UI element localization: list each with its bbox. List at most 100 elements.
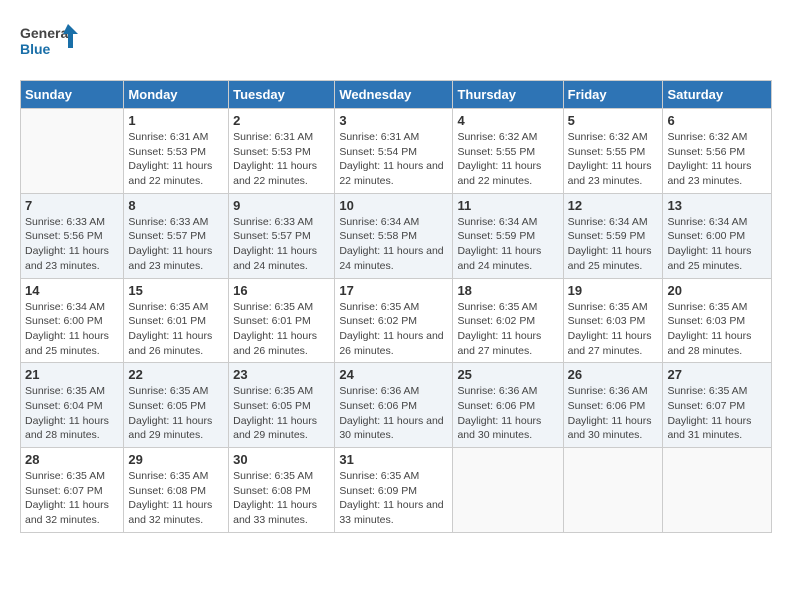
day-info: Sunrise: 6:35 AMSunset: 6:01 PMDaylight:… bbox=[128, 300, 224, 359]
day-number: 11 bbox=[457, 198, 558, 213]
day-info: Sunrise: 6:35 AMSunset: 6:04 PMDaylight:… bbox=[25, 384, 119, 443]
day-number: 5 bbox=[568, 113, 659, 128]
day-number: 3 bbox=[339, 113, 448, 128]
day-number: 29 bbox=[128, 452, 224, 467]
day-info: Sunrise: 6:35 AMSunset: 6:03 PMDaylight:… bbox=[568, 300, 659, 359]
calendar-cell: 23Sunrise: 6:35 AMSunset: 6:05 PMDayligh… bbox=[229, 363, 335, 448]
day-number: 10 bbox=[339, 198, 448, 213]
calendar-table: SundayMondayTuesdayWednesdayThursdayFrid… bbox=[20, 80, 772, 533]
day-number: 28 bbox=[25, 452, 119, 467]
calendar-cell: 5 Sunrise: 6:32 AMSunset: 5:55 PMDaylight… bbox=[563, 109, 663, 194]
calendar-cell: 11Sunrise: 6:34 AMSunset: 5:59 PMDayligh… bbox=[453, 193, 563, 278]
calendar-cell: 16 Sunrise: 6:35 AMSunset: 6:01 PMDayligh… bbox=[229, 278, 335, 363]
day-number: 19 bbox=[568, 283, 659, 298]
calendar-cell: 18 Sunrise: 6:35 AMSunset: 6:02 PMDayligh… bbox=[453, 278, 563, 363]
calendar-cell bbox=[21, 109, 124, 194]
day-info: Sunrise: 6:33 AMSunset: 5:56 PMDaylight:… bbox=[25, 215, 119, 274]
day-number: 9 bbox=[233, 198, 330, 213]
header-day-tuesday: Tuesday bbox=[229, 81, 335, 109]
week-row-1: 1 Sunrise: 6:31 AMSunset: 5:53 PMDaylight… bbox=[21, 109, 772, 194]
day-info: Sunrise: 6:35 AMSunset: 6:09 PMDaylight:… bbox=[339, 469, 448, 528]
day-info: Sunrise: 6:34 AMSunset: 6:00 PMDaylight:… bbox=[25, 300, 119, 359]
day-info: Sunrise: 6:35 AMSunset: 6:05 PMDaylight:… bbox=[128, 384, 224, 443]
header-day-thursday: Thursday bbox=[453, 81, 563, 109]
logo: GeneralBlue bbox=[20, 20, 80, 64]
calendar-cell: 2 Sunrise: 6:31 AMSunset: 5:53 PMDaylight… bbox=[229, 109, 335, 194]
day-number: 20 bbox=[667, 283, 767, 298]
header-day-saturday: Saturday bbox=[663, 81, 772, 109]
calendar-cell: 27 Sunrise: 6:35 AMSunset: 6:07 PMDayligh… bbox=[663, 363, 772, 448]
calendar-cell: 17 Sunrise: 6:35 AMSunset: 6:02 PMDayligh… bbox=[335, 278, 453, 363]
day-number: 1 bbox=[128, 113, 224, 128]
calendar-cell: 19 Sunrise: 6:35 AMSunset: 6:03 PMDayligh… bbox=[563, 278, 663, 363]
day-info: Sunrise: 6:34 AMSunset: 6:00 PMDaylight:… bbox=[667, 215, 767, 274]
day-number: 24 bbox=[339, 367, 448, 382]
day-info: Sunrise: 6:35 AMSunset: 6:07 PMDaylight:… bbox=[25, 469, 119, 528]
calendar-cell: 1Sunrise: 6:31 AMSunset: 5:53 PMDaylight… bbox=[124, 109, 229, 194]
calendar-cell: 31 Sunrise: 6:35 AMSunset: 6:09 PMDayligh… bbox=[335, 448, 453, 533]
week-row-4: 21 Sunrise: 6:35 AMSunset: 6:04 PMDayligh… bbox=[21, 363, 772, 448]
day-number: 21 bbox=[25, 367, 119, 382]
day-info: Sunrise: 6:31 AMSunset: 5:53 PMDaylight:… bbox=[233, 130, 330, 189]
calendar-cell: 24 Sunrise: 6:36 AMSunset: 6:06 PMDayligh… bbox=[335, 363, 453, 448]
calendar-cell: 4Sunrise: 6:32 AMSunset: 5:55 PMDaylight… bbox=[453, 109, 563, 194]
calendar-cell: 6 Sunrise: 6:32 AMSunset: 5:56 PMDaylight… bbox=[663, 109, 772, 194]
calendar-body: 1 Sunrise: 6:31 AMSunset: 5:53 PMDaylight… bbox=[21, 109, 772, 533]
calendar-cell: 7 Sunrise: 6:33 AMSunset: 5:56 PMDaylight… bbox=[21, 193, 124, 278]
day-info: Sunrise: 6:36 AMSunset: 6:06 PMDaylight:… bbox=[339, 384, 448, 443]
day-info: Sunrise: 6:36 AMSunset: 6:06 PMDaylight:… bbox=[457, 384, 558, 443]
day-number: 6 bbox=[667, 113, 767, 128]
day-number: 14 bbox=[25, 283, 119, 298]
day-info: Sunrise: 6:36 AMSunset: 6:06 PMDaylight:… bbox=[568, 384, 659, 443]
day-number: 8 bbox=[128, 198, 224, 213]
day-info: Sunrise: 6:35 AMSunset: 6:03 PMDaylight:… bbox=[667, 300, 767, 359]
day-info: Sunrise: 6:34 AMSunset: 5:58 PMDaylight:… bbox=[339, 215, 448, 274]
calendar-header: SundayMondayTuesdayWednesdayThursdayFrid… bbox=[21, 81, 772, 109]
week-row-3: 14 Sunrise: 6:34 AMSunset: 6:00 PMDayligh… bbox=[21, 278, 772, 363]
svg-text:Blue: Blue bbox=[20, 41, 51, 57]
calendar-cell: 8 Sunrise: 6:33 AMSunset: 5:57 PMDaylight… bbox=[124, 193, 229, 278]
day-info: Sunrise: 6:35 AMSunset: 6:02 PMDaylight:… bbox=[339, 300, 448, 359]
calendar-cell: 22Sunrise: 6:35 AMSunset: 6:05 PMDayligh… bbox=[124, 363, 229, 448]
day-info: Sunrise: 6:35 AMSunset: 6:07 PMDaylight:… bbox=[667, 384, 767, 443]
calendar-cell: 15 Sunrise: 6:35 AMSunset: 6:01 PMDayligh… bbox=[124, 278, 229, 363]
calendar-cell: 9 Sunrise: 6:33 AMSunset: 5:57 PMDaylight… bbox=[229, 193, 335, 278]
day-info: Sunrise: 6:35 AMSunset: 6:08 PMDaylight:… bbox=[233, 469, 330, 528]
day-number: 7 bbox=[25, 198, 119, 213]
day-number: 13 bbox=[667, 198, 767, 213]
week-row-5: 28 Sunrise: 6:35 AMSunset: 6:07 PMDayligh… bbox=[21, 448, 772, 533]
day-info: Sunrise: 6:35 AMSunset: 6:01 PMDaylight:… bbox=[233, 300, 330, 359]
day-number: 27 bbox=[667, 367, 767, 382]
day-number: 12 bbox=[568, 198, 659, 213]
header-day-sunday: Sunday bbox=[21, 81, 124, 109]
calendar-cell: 20 Sunrise: 6:35 AMSunset: 6:03 PMDayligh… bbox=[663, 278, 772, 363]
calendar-cell: 13 Sunrise: 6:34 AMSunset: 6:00 PMDayligh… bbox=[663, 193, 772, 278]
day-number: 30 bbox=[233, 452, 330, 467]
day-number: 2 bbox=[233, 113, 330, 128]
calendar-cell: 25Sunrise: 6:36 AMSunset: 6:06 PMDayligh… bbox=[453, 363, 563, 448]
day-number: 15 bbox=[128, 283, 224, 298]
day-info: Sunrise: 6:35 AMSunset: 6:02 PMDaylight:… bbox=[457, 300, 558, 359]
calendar-cell: 10 Sunrise: 6:34 AMSunset: 5:58 PMDayligh… bbox=[335, 193, 453, 278]
calendar-cell bbox=[563, 448, 663, 533]
header-day-wednesday: Wednesday bbox=[335, 81, 453, 109]
calendar-cell bbox=[663, 448, 772, 533]
day-info: Sunrise: 6:34 AMSunset: 5:59 PMDaylight:… bbox=[568, 215, 659, 274]
calendar-cell: 26 Sunrise: 6:36 AMSunset: 6:06 PMDayligh… bbox=[563, 363, 663, 448]
day-info: Sunrise: 6:33 AMSunset: 5:57 PMDaylight:… bbox=[128, 215, 224, 274]
day-info: Sunrise: 6:32 AMSunset: 5:56 PMDaylight:… bbox=[667, 130, 767, 189]
day-number: 17 bbox=[339, 283, 448, 298]
calendar-cell: 29Sunrise: 6:35 AMSunset: 6:08 PMDayligh… bbox=[124, 448, 229, 533]
day-number: 16 bbox=[233, 283, 330, 298]
calendar-cell: 3Sunrise: 6:31 AMSunset: 5:54 PMDaylight… bbox=[335, 109, 453, 194]
day-info: Sunrise: 6:33 AMSunset: 5:57 PMDaylight:… bbox=[233, 215, 330, 274]
day-number: 18 bbox=[457, 283, 558, 298]
calendar-cell: 14 Sunrise: 6:34 AMSunset: 6:00 PMDayligh… bbox=[21, 278, 124, 363]
day-info: Sunrise: 6:32 AMSunset: 5:55 PMDaylight:… bbox=[568, 130, 659, 189]
day-number: 26 bbox=[568, 367, 659, 382]
calendar-cell bbox=[453, 448, 563, 533]
day-number: 31 bbox=[339, 452, 448, 467]
week-row-2: 7 Sunrise: 6:33 AMSunset: 5:56 PMDaylight… bbox=[21, 193, 772, 278]
day-info: Sunrise: 6:35 AMSunset: 6:05 PMDaylight:… bbox=[233, 384, 330, 443]
header-day-monday: Monday bbox=[124, 81, 229, 109]
